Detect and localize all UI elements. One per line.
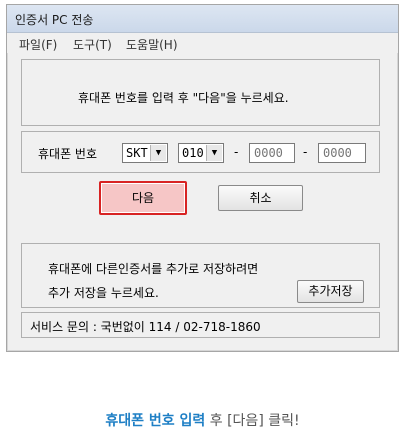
instruction-caption: 휴대폰 번호 입력 후 [다음] 클릭! xyxy=(0,410,405,430)
add-save-panel: 휴대폰에 다른인증서를 추가로 저장하려면 추가 저장을 누르세요. 추가저장 xyxy=(21,243,380,308)
chevron-down-icon[interactable]: ▼ xyxy=(150,145,166,161)
chevron-down-icon[interactable]: ▼ xyxy=(206,145,222,161)
service-panel: 서비스 문의 : 국번없이 114 / 02-718-1860 xyxy=(21,312,380,338)
phone-middle-input[interactable] xyxy=(249,143,295,163)
instruction-panel: 휴대폰 번호를 입력 후 "다음"을 누르세요. xyxy=(21,59,380,126)
phone-last-input[interactable] xyxy=(318,143,366,163)
dash-separator: - xyxy=(234,145,239,159)
next-button[interactable]: 다음 xyxy=(99,181,187,215)
phone-label: 휴대폰 번호 xyxy=(38,147,98,161)
menu-file[interactable]: 파일(F) xyxy=(19,36,57,53)
menu-tools[interactable]: 도구(T) xyxy=(73,36,112,53)
phone-panel: 휴대폰 번호 SKT ▼ 010 ▼ - - xyxy=(21,131,380,173)
caption-rest: 후 [다음] 클릭! xyxy=(205,413,300,429)
instruction-text: 휴대폰 번호를 입력 후 "다음"을 누르세요. xyxy=(78,91,289,105)
add-save-info-line1: 휴대폰에 다른인증서를 추가로 저장하려면 xyxy=(48,262,259,276)
prefix-value: 010 xyxy=(182,146,204,160)
caption-highlight: 휴대폰 번호 입력 xyxy=(105,413,206,429)
window-title: 인증서 PC 전송 xyxy=(15,13,94,27)
menu-bar: 파일(F) 도구(T) 도움말(H) xyxy=(7,33,398,53)
carrier-select[interactable]: SKT ▼ xyxy=(122,143,168,163)
cancel-button[interactable]: 취소 xyxy=(218,185,303,211)
add-save-button[interactable]: 추가저장 xyxy=(297,280,364,303)
dash-separator: - xyxy=(303,145,308,159)
prefix-select[interactable]: 010 ▼ xyxy=(178,143,224,163)
title-bar: 인증서 PC 전송 xyxy=(7,5,398,33)
service-info-text: 서비스 문의 : 국번없이 114 / 02-718-1860 xyxy=(30,320,261,334)
app-window: 인증서 PC 전송 파일(F) 도구(T) 도움말(H) 휴대폰 번호를 입력 … xyxy=(6,4,399,352)
add-save-info-line2: 추가 저장을 누르세요. xyxy=(48,286,159,300)
carrier-value: SKT xyxy=(126,146,148,160)
menu-help[interactable]: 도움말(H) xyxy=(126,36,178,53)
